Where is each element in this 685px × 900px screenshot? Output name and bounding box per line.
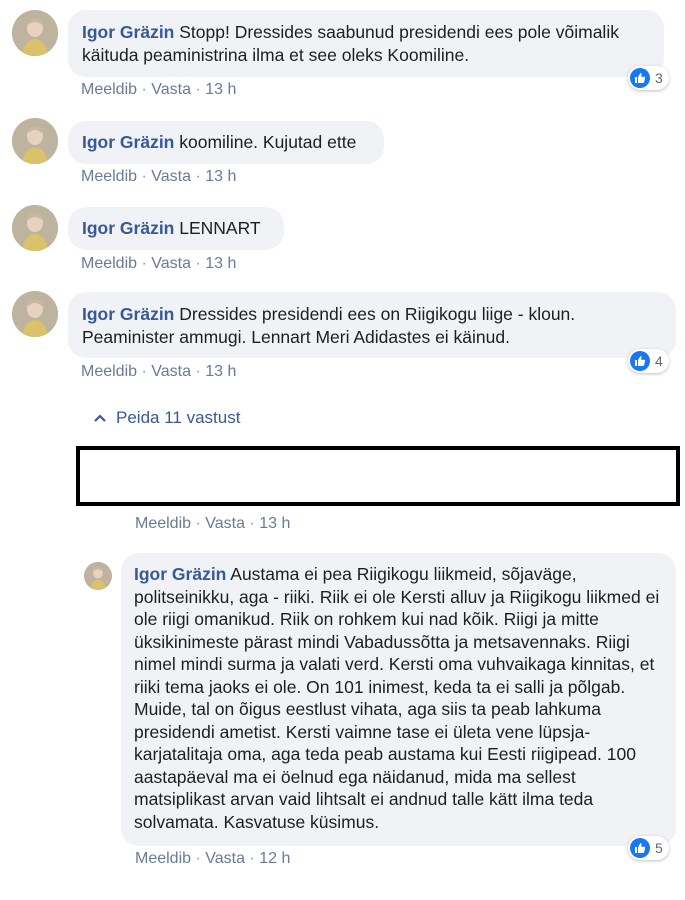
avatar-photo: [12, 118, 58, 164]
chevron-up-icon: [94, 414, 106, 422]
reply-link[interactable]: Vasta: [151, 255, 191, 272]
timestamp[interactable]: 13 h: [259, 515, 290, 532]
like-link[interactable]: Meeldib: [81, 255, 137, 272]
separator: ·: [190, 81, 206, 98]
comment-bubble: Igor Gräzin LENNART: [68, 207, 284, 250]
separator: ·: [137, 81, 152, 98]
avatar-photo: [12, 205, 58, 251]
separator: ·: [190, 255, 206, 272]
like-link[interactable]: Meeldib: [81, 363, 137, 380]
redaction-box: [76, 446, 680, 506]
separator: ·: [137, 168, 152, 185]
like-link[interactable]: Meeldib: [135, 850, 191, 867]
reply-link[interactable]: Vasta: [151, 363, 191, 380]
avatar[interactable]: [84, 562, 112, 590]
comment-author[interactable]: Igor Gräzin: [82, 22, 174, 42]
reply-bubble: Igor Gräzin Austama ei pea Riigikogu lii…: [121, 553, 676, 846]
like-icon: [630, 351, 650, 371]
reply-link[interactable]: Vasta: [151, 81, 191, 98]
like-link[interactable]: Meeldib: [135, 515, 191, 532]
timestamp[interactable]: 13 h: [205, 255, 236, 272]
comment-text: koomiline. Kujutad ette: [179, 132, 357, 152]
separator: ·: [244, 850, 260, 867]
comment-bubble: Igor Gräzin Stopp! Dressides saabunud pr…: [68, 10, 664, 77]
avatar[interactable]: [12, 291, 58, 337]
comment-bubble: Igor Gräzin Dressides presidendi ees on …: [68, 292, 676, 358]
separator: ·: [190, 363, 206, 380]
reply-link[interactable]: Vasta: [151, 168, 191, 185]
separator: ·: [191, 515, 206, 532]
comment-actions: Meeldib · Vasta · 13 h: [81, 363, 236, 381]
separator: ·: [137, 255, 152, 272]
avatar-photo: [12, 10, 58, 56]
timestamp[interactable]: 13 h: [205, 81, 236, 98]
like-icon: [630, 68, 650, 88]
timestamp[interactable]: 13 h: [205, 168, 236, 185]
comment-actions: Meeldib · Vasta · 13 h: [81, 81, 236, 99]
reaction-count: 3: [655, 70, 663, 86]
timestamp[interactable]: 13 h: [205, 363, 236, 380]
reaction-count-badge[interactable]: 5: [628, 836, 669, 860]
reply-link[interactable]: Vasta: [205, 850, 245, 867]
timestamp[interactable]: 12 h: [259, 850, 290, 867]
separator: ·: [244, 515, 260, 532]
avatar-photo: [84, 562, 112, 590]
like-link[interactable]: Meeldib: [81, 81, 137, 98]
like-link[interactable]: Meeldib: [81, 168, 137, 185]
comment-text: Austama ei pea Riigikogu liikmeid, sõjav…: [134, 564, 660, 832]
avatar[interactable]: [12, 118, 58, 164]
hide-replies-label: Peida 11 vastust: [116, 408, 241, 427]
avatar[interactable]: [12, 10, 58, 56]
comment-author[interactable]: Igor Gräzin: [134, 564, 226, 584]
avatar[interactable]: [12, 205, 58, 251]
comment-bubble: Igor Gräzin koomiline. Kujutad ette: [68, 121, 384, 164]
comment-author[interactable]: Igor Gräzin: [82, 132, 174, 152]
hide-replies-link[interactable]: Peida 11 vastust: [94, 408, 240, 428]
reaction-count-badge[interactable]: 4: [628, 349, 669, 373]
comment-actions: Meeldib · Vasta · 13 h: [135, 515, 290, 533]
comment-author[interactable]: Igor Gräzin: [82, 218, 174, 238]
comment-author[interactable]: Igor Gräzin: [82, 304, 174, 324]
reaction-count: 5: [655, 840, 663, 856]
separator: ·: [190, 168, 206, 185]
reaction-count-badge[interactable]: 3: [628, 66, 669, 90]
avatar-photo: [12, 291, 58, 337]
separator: ·: [191, 850, 206, 867]
comment-actions: Meeldib · Vasta · 13 h: [81, 168, 236, 186]
reply-link[interactable]: Vasta: [205, 515, 245, 532]
comment-actions: Meeldib · Vasta · 13 h: [81, 255, 236, 273]
comment-actions: Meeldib · Vasta · 12 h: [135, 850, 290, 868]
reaction-count: 4: [655, 353, 663, 369]
comment-text: LENNART: [179, 218, 261, 238]
like-icon: [630, 838, 650, 858]
separator: ·: [137, 363, 152, 380]
